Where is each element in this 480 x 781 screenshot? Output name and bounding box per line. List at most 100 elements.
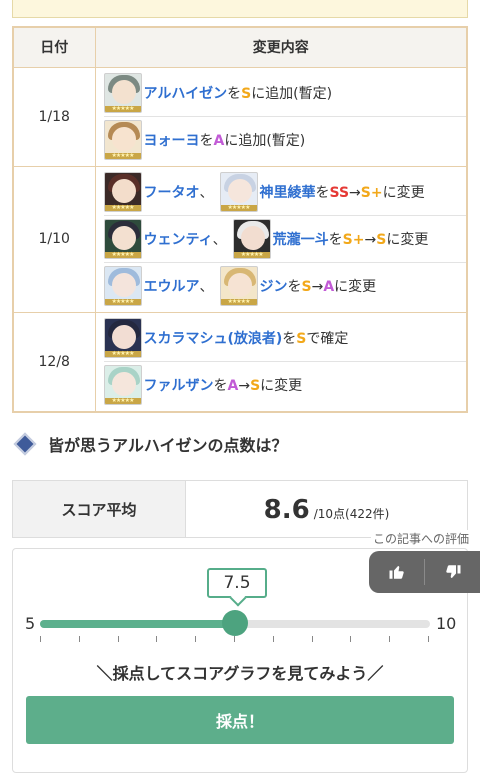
section-title: 皆が思うアルハイゼンの点数は？ — [48, 436, 288, 455]
character-name[interactable]: ジン — [260, 279, 288, 295]
change-date: 1/10 — [12, 165, 96, 313]
change-text: を — [199, 133, 214, 149]
slider-ticks — [40, 636, 430, 644]
rarity-stars: ★★★★★ — [220, 299, 257, 305]
rarity-stars: ★★★★★ — [104, 398, 141, 404]
slider-tick — [272, 636, 274, 642]
faruzan-icon[interactable]: ★★★★★ — [103, 365, 142, 405]
change-text: を — [315, 184, 330, 201]
avatar-face — [111, 324, 136, 349]
avatar-face — [111, 372, 136, 396]
score-value-area: 8.6 /10点(422件) — [186, 481, 467, 537]
yaoyao-icon[interactable]: ★★★★★ — [103, 120, 142, 160]
change-text: → — [349, 184, 361, 201]
change-date: 1/18 — [12, 66, 96, 167]
rank-label: A — [213, 133, 225, 149]
list-item: ★★★★★ フータオ、 ★★★★★ 神里綾華をSS→S+に変更 — [103, 169, 466, 216]
slider-tick — [78, 636, 80, 642]
change-line: フータオ、 — [144, 182, 214, 202]
rank-label: S+ — [342, 231, 365, 248]
header-content: 変更内容 — [94, 26, 468, 68]
alhaitham-icon[interactable]: ★★★★★ — [103, 72, 142, 113]
score-value: 8.6 — [263, 495, 310, 525]
tier-change-table: 日付 変更内容 1/18 ★★★★★ アルハイゼンをSに追加(暫定) ★★★★★ ヨォー… — [12, 26, 468, 413]
thumbs-down-icon[interactable] — [425, 551, 480, 593]
change-line: 荒瀧一斗をS+→Sに変更 — [273, 229, 429, 249]
itto-icon[interactable]: ★★★★★ — [232, 218, 271, 259]
character-name[interactable]: エウルア — [144, 279, 200, 295]
submit-score-button[interactable]: 採点！ — [26, 696, 454, 744]
list-item: ★★★★★ ファルザンをA→Sに変更 — [103, 362, 467, 409]
slider-min-label: 5 — [25, 614, 36, 633]
slider-max-label: 10 — [436, 614, 457, 633]
rank-label: S — [301, 279, 312, 295]
cta-text: ＼採点してスコアグラフを見てみよう／ — [96, 664, 384, 683]
rank-label: S — [241, 85, 252, 102]
change-text: に変更 — [334, 279, 377, 295]
slider-tick — [428, 636, 429, 642]
character-name[interactable]: 荒瀧一斗 — [273, 232, 329, 248]
change-line: ヨォーヨをAに追加(暫定) — [144, 130, 306, 150]
list-item: ★★★★★ アルハイゼンをSに追加(暫定) — [103, 70, 466, 117]
change-text: 、 — [199, 184, 214, 201]
character-name[interactable]: スカラマシュ(放浪者) — [144, 331, 283, 347]
character-name[interactable]: ウェンティ — [144, 232, 213, 248]
change-line: ジンをS→Aに変更 — [260, 276, 377, 296]
venti-icon[interactable]: ★★★★★ — [103, 218, 142, 259]
character-name[interactable]: フータオ — [144, 185, 200, 201]
score-label: スコア平均 — [13, 481, 186, 537]
ayaka-icon[interactable]: ★★★★★ — [219, 171, 258, 212]
change-text: に変更 — [382, 184, 425, 201]
thumbs-up-icon[interactable] — [369, 551, 424, 593]
avatar-face — [111, 127, 136, 151]
character-name[interactable]: ヨォーヨ — [144, 133, 200, 149]
change-content: ★★★★★ アルハイゼンをSに追加(暫定) ★★★★★ ヨォーヨをAに追加(暫定) — [94, 66, 468, 167]
section-heading: 皆が思うアルハイゼンの点数は？ — [13, 432, 288, 456]
jean-icon[interactable]: ★★★★★ — [219, 266, 258, 306]
change-text: を — [213, 378, 228, 394]
change-text: を — [287, 279, 302, 295]
article-feedback-label: この記事への評価 — [371, 530, 472, 547]
change-text: に追加(暫定) — [224, 133, 306, 149]
change-content: ★★★★★ スカラマシュ(放浪者)をSで確定 ★★★★★ ファルザンをA→Sに変更 — [94, 311, 468, 412]
avatar-face — [227, 273, 252, 297]
change-line: スカラマシュ(放浪者)をSで確定 — [144, 328, 349, 348]
change-text: に変更 — [386, 231, 429, 248]
list-item: ★★★★★ スカラマシュ(放浪者)をSで確定 — [103, 315, 466, 362]
slider-tick — [195, 636, 197, 642]
change-content: ★★★★★ フータオ、 ★★★★★ 神里綾華をSS→S+に変更 ★★★★★ ウェンティ、 ★… — [94, 165, 468, 313]
slider-tick — [389, 636, 391, 642]
change-text: を — [282, 330, 297, 347]
hutao-icon[interactable]: ★★★★★ — [103, 171, 142, 212]
avatar-face — [111, 178, 136, 203]
slider-tick — [350, 636, 352, 642]
change-text: → — [364, 231, 377, 248]
character-name[interactable]: ファルザン — [144, 378, 214, 394]
slider-fill — [40, 620, 235, 628]
change-text: を — [328, 231, 343, 248]
rank-label: S — [296, 330, 307, 347]
change-line: 神里綾華をSS→S+に変更 — [260, 182, 425, 202]
change-date: 12/8 — [12, 311, 96, 412]
diamond-icon — [13, 432, 37, 456]
rarity-stars: ★★★★★ — [104, 299, 141, 305]
slider-thumb[interactable] — [222, 610, 248, 636]
scaramouche-icon[interactable]: ★★★★★ — [103, 317, 142, 358]
change-line: エウルア、 — [144, 276, 214, 296]
list-item: ★★★★★ ヨォーヨをAに追加(暫定) — [103, 117, 467, 164]
eula-icon[interactable]: ★★★★★ — [103, 266, 142, 306]
avatar-face — [227, 178, 252, 203]
character-name[interactable]: アルハイゼン — [144, 86, 228, 102]
rarity-stars: ★★★★★ — [220, 204, 257, 211]
table-row: 1/18 ★★★★★ アルハイゼンをSに追加(暫定) ★★★★★ ヨォーヨをAに追加(暫… — [12, 66, 468, 167]
rank-label: S — [376, 231, 387, 248]
avatar-face — [111, 225, 136, 250]
change-text: 、 — [199, 279, 214, 295]
rank-label: A — [323, 279, 335, 295]
character-name[interactable]: 神里綾華 — [260, 185, 316, 201]
change-text: で確定 — [306, 330, 349, 347]
table-row: 1/10 ★★★★★ フータオ、 ★★★★★ 神里綾華をSS→S+に変更 ★★★★★ ウェン… — [12, 165, 468, 313]
rarity-stars: ★★★★★ — [233, 251, 270, 258]
rarity-stars: ★★★★★ — [104, 350, 141, 357]
list-item: ★★★★★ エウルア、 ★★★★★ ジンをS→Aに変更 — [103, 263, 467, 310]
